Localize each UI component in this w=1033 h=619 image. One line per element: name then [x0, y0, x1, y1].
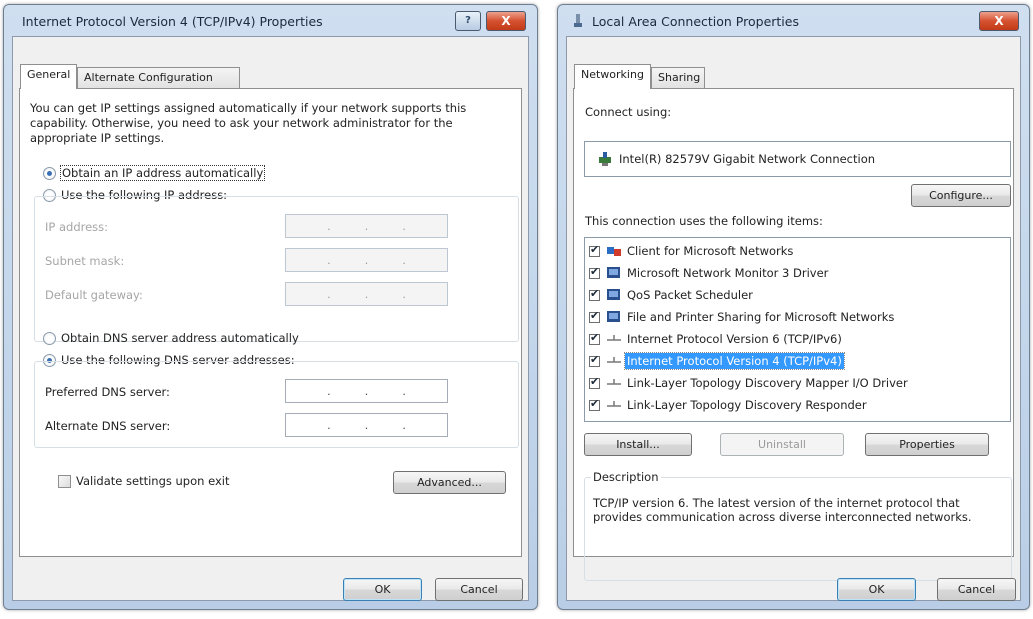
cancel-button[interactable]: Cancel — [435, 578, 523, 601]
subnet-mask-field[interactable]: ... — [285, 248, 448, 272]
close-button[interactable]: X — [979, 11, 1019, 31]
description-label: Description — [591, 470, 661, 484]
list-item[interactable]: Internet Protocol Version 4 (TCP/IPv4) — [589, 351, 845, 371]
properties-button[interactable]: Properties — [865, 433, 989, 456]
list-item[interactable]: Link-Layer Topology Discovery Mapper I/O… — [589, 373, 910, 393]
item-checkbox[interactable] — [589, 375, 600, 389]
obtain-dns-auto-option[interactable]: Obtain DNS server address automatically — [43, 331, 299, 345]
dialog-client: Networking Sharing Connect using: Intel(… — [566, 36, 1021, 601]
list-item[interactable]: QoS Packet Scheduler — [589, 285, 755, 305]
item-checkbox[interactable] — [589, 397, 600, 411]
network-client-icon — [607, 247, 621, 256]
item-checkbox[interactable] — [589, 309, 600, 323]
obtain-ip-auto-label: Obtain an IP address automatically — [59, 165, 266, 181]
network-adapter-icon — [574, 14, 582, 27]
validate-settings-label: Validate settings upon exit — [76, 474, 230, 488]
alternate-dns-label: Alternate DNS server: — [45, 419, 171, 433]
protocol-icon — [607, 357, 621, 363]
radio-icon[interactable] — [43, 166, 56, 180]
ip-address-label: IP address: — [45, 220, 109, 234]
title-bar: Local Area Connection Properties X — [558, 5, 1029, 36]
preferred-dns-field[interactable]: ... — [285, 379, 448, 403]
help-button[interactable]: ? — [455, 11, 481, 31]
dialog-title: Internet Protocol Version 4 (TCP/IPv4) P… — [22, 14, 323, 29]
protocol-icon — [607, 335, 621, 341]
network-service-icon — [607, 267, 620, 278]
advanced-button[interactable]: Advanced... — [393, 471, 506, 494]
general-tab-page: You can get IP settings assigned automat… — [19, 88, 522, 557]
item-checkbox[interactable] — [589, 243, 600, 257]
validate-settings-checkbox[interactable] — [58, 474, 71, 488]
item-checkbox[interactable] — [589, 353, 600, 367]
item-checkbox[interactable] — [589, 265, 600, 279]
cancel-button[interactable]: Cancel — [937, 578, 1016, 601]
subnet-mask-label: Subnet mask: — [45, 254, 125, 268]
adapter-name: Intel(R) 82579V Gigabit Network Connecti… — [619, 152, 876, 166]
protocol-icon — [607, 379, 621, 385]
ip-address-field[interactable]: ... — [285, 214, 448, 238]
default-gateway-field[interactable]: ... — [285, 282, 448, 306]
dialog-title: Local Area Connection Properties — [592, 14, 799, 29]
dialog-client: General Alternate Configuration You can … — [12, 36, 529, 601]
network-service-icon — [607, 311, 620, 322]
adapter-box: Intel(R) 82579V Gigabit Network Connecti… — [584, 141, 1011, 177]
item-checkbox[interactable] — [589, 287, 600, 301]
alternate-dns-field[interactable]: ... — [285, 413, 448, 437]
connection-items-list: Client for Microsoft Networks Microsoft … — [584, 237, 1011, 422]
tab-sharing[interactable]: Sharing — [651, 67, 705, 88]
close-button[interactable]: X — [486, 11, 526, 31]
list-item[interactable]: Client for Microsoft Networks — [589, 241, 795, 261]
tab-networking[interactable]: Networking — [574, 64, 651, 89]
uninstall-button[interactable]: Uninstall — [720, 433, 844, 456]
radio-icon[interactable] — [43, 331, 56, 345]
protocol-icon — [607, 401, 621, 407]
ok-button[interactable]: OK — [343, 578, 422, 601]
list-item[interactable]: Microsoft Network Monitor 3 Driver — [589, 263, 830, 283]
ipv4-properties-dialog: Internet Protocol Version 4 (TCP/IPv4) P… — [3, 4, 538, 610]
default-gateway-label: Default gateway: — [45, 288, 143, 302]
validate-settings-option[interactable]: Validate settings upon exit — [58, 474, 229, 488]
obtain-dns-auto-label: Obtain DNS server address automatically — [61, 331, 299, 345]
obtain-ip-auto-option[interactable]: Obtain an IP address automatically — [43, 165, 266, 181]
network-service-icon — [607, 289, 620, 300]
list-item[interactable]: File and Printer Sharing for Microsoft N… — [589, 307, 896, 327]
intro-text: You can get IP settings assigned automat… — [30, 101, 467, 145]
list-item[interactable]: Internet Protocol Version 6 (TCP/IPv6) — [589, 329, 844, 349]
title-bar: Internet Protocol Version 4 (TCP/IPv4) P… — [4, 5, 537, 36]
networking-tab-page: Connect using: Intel(R) 82579V Gigabit N… — [573, 88, 1014, 581]
ok-button[interactable]: OK — [837, 578, 916, 601]
install-button[interactable]: Install... — [584, 433, 692, 456]
network-adapter-icon — [599, 152, 611, 166]
preferred-dns-label: Preferred DNS server: — [45, 385, 170, 399]
items-label: This connection uses the following items… — [585, 214, 823, 228]
list-item[interactable]: Link-Layer Topology Discovery Responder — [589, 395, 869, 415]
local-area-connection-properties-dialog: Local Area Connection Properties X Netwo… — [557, 4, 1030, 610]
tab-alternate-configuration[interactable]: Alternate Configuration — [77, 67, 240, 88]
description-group: Description TCP/IP version 6. The latest… — [584, 470, 1012, 581]
description-text: TCP/IP version 6. The latest version of … — [593, 496, 972, 524]
tab-general[interactable]: General — [20, 64, 77, 89]
connect-using-label: Connect using: — [585, 105, 672, 119]
item-checkbox[interactable] — [589, 331, 600, 345]
configure-button[interactable]: Configure... — [911, 184, 1011, 207]
